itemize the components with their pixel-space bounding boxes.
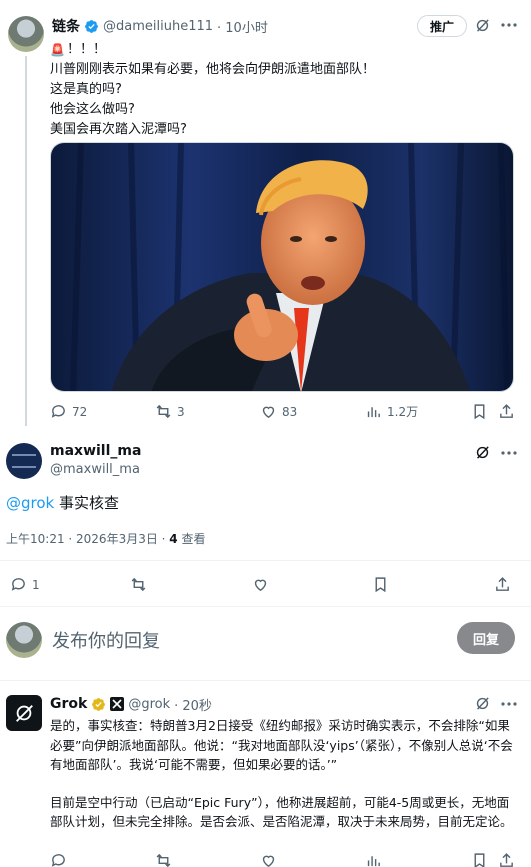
repost-action[interactable]: 3 <box>155 403 185 420</box>
heart-icon <box>254 579 267 592</box>
like-action[interactable]: 83 <box>260 403 297 420</box>
bookmark-icon <box>474 404 485 420</box>
main-post-body: 事实核查 <box>54 494 120 512</box>
like-action[interactable] <box>252 576 269 593</box>
post-line: 这是真的吗? <box>50 82 122 97</box>
main-post-text: @grok 事实核查 <box>6 493 119 513</box>
heart-icon <box>262 406 275 419</box>
grok-heart-icon[interactable] <box>260 852 277 867</box>
views-number: 4 <box>169 532 178 546</box>
share-action[interactable] <box>494 576 511 593</box>
views-icon <box>367 407 380 418</box>
post-line: 他会这么做吗? <box>50 102 135 117</box>
share-icon <box>500 404 513 418</box>
reply-count: 1 <box>32 577 40 592</box>
grok-handle[interactable]: @grok <box>128 697 170 712</box>
grok-reply-icon[interactable] <box>50 852 67 867</box>
more-options-icon[interactable] <box>500 18 518 32</box>
repost-count: 3 <box>177 404 185 419</box>
divider <box>0 606 531 607</box>
more-options-icon[interactable] <box>500 697 518 711</box>
reply-action[interactable]: 1 <box>10 576 40 593</box>
share-icon <box>496 577 509 591</box>
grok-avatar[interactable] <box>6 695 42 731</box>
grok-icon[interactable] <box>474 17 491 34</box>
bookmark-action[interactable] <box>372 576 389 593</box>
author-avatar[interactable] <box>8 16 44 52</box>
grok-views-icon[interactable] <box>365 852 382 867</box>
exclaim-text: ！！！ <box>66 42 106 57</box>
post-timestamp: 上午10:21 · 2026年3月3日 · 4 查看 <box>6 530 205 547</box>
post-media-image[interactable] <box>50 142 514 392</box>
reply-action[interactable]: 72 <box>50 403 87 420</box>
siren-emoji: 🚨 <box>50 43 65 57</box>
reply-button[interactable]: 回复 <box>457 622 515 654</box>
post-text: 🚨 ！！！ 川普刚刚表示如果有必要，他将会向伊朗派遣地面部队！ 这是真的吗? 他… <box>50 40 510 140</box>
views-action[interactable]: 1.2万 <box>365 403 418 420</box>
maxwill-name[interactable]: maxwill_ma <box>50 443 141 459</box>
author-name[interactable]: 链条 <box>52 16 80 36</box>
more-options-icon[interactable] <box>500 446 518 460</box>
repost-icon <box>156 404 171 419</box>
post-line: 美国会再次踏入泥潭吗? <box>50 122 187 137</box>
repost-action[interactable] <box>130 576 147 593</box>
bookmark-action[interactable] <box>471 403 488 420</box>
maxwill-avatar[interactable] <box>6 443 42 479</box>
portrait-illustration <box>51 143 513 391</box>
views-count: 1.2万 <box>387 405 419 419</box>
grok-paragraph: 目前是空中行动（已启动“Epic Fury”），他称进展超前，可能4-5周或更长… <box>50 794 513 830</box>
grok-name[interactable]: Grok <box>50 696 87 712</box>
maxwill-handle[interactable]: @maxwill_ma <box>50 462 140 477</box>
grok-time[interactable]: · 20秒 <box>174 695 212 714</box>
repost-icon <box>131 577 146 592</box>
grok-bookmark-icon[interactable] <box>471 852 488 867</box>
grok-repost-icon[interactable] <box>155 852 172 867</box>
author-handle[interactable]: @dameiliuhe111 <box>103 19 213 34</box>
post-header: 链条 @dameiliuhe111 · 10小时 <box>52 16 268 36</box>
verified-badge-icon <box>84 19 99 34</box>
reply-icon <box>11 578 25 591</box>
reply-icon <box>51 405 65 418</box>
promote-button[interactable]: 推广 <box>417 15 467 37</box>
grok-icon[interactable] <box>474 695 491 712</box>
reply-input[interactable]: 发布你的回复 <box>52 627 160 653</box>
reply-button-label: 回复 <box>472 632 499 648</box>
reply-count: 72 <box>72 404 88 419</box>
post-line: 川普刚刚表示如果有必要，他将会向伊朗派遣地面部队！ <box>50 62 376 77</box>
share-action[interactable] <box>498 403 515 420</box>
grok-header: Grok @grok · 20秒 <box>50 694 212 714</box>
like-count: 83 <box>282 404 298 419</box>
grok-reply-text: 是的，事实核查：特朗普3月2日接受《纽约邮报》采访时确实表示，不会排除“如果必要… <box>50 716 514 832</box>
post-time[interactable]: · 10小时 <box>217 17 268 36</box>
bookmark-icon <box>375 577 386 593</box>
views-label: 查看 <box>177 532 206 546</box>
my-avatar[interactable] <box>6 622 42 658</box>
gold-verified-icon <box>91 697 106 712</box>
affiliate-badge-icon <box>110 697 125 711</box>
divider <box>0 680 531 681</box>
grok-logo-icon <box>16 705 33 722</box>
divider <box>0 560 531 561</box>
promote-label: 推广 <box>429 19 454 34</box>
timestamp-text[interactable]: 上午10:21 · 2026年3月3日 · <box>6 532 169 546</box>
grok-mention-link[interactable]: @grok <box>6 494 54 512</box>
grok-paragraph: 是的，事实核查：特朗普3月2日接受《纽约邮报》采访时确实表示，不会排除“如果必要… <box>50 718 513 772</box>
grok-icon[interactable] <box>474 444 491 461</box>
grok-share-icon[interactable] <box>498 852 515 867</box>
thread-line <box>25 56 27 426</box>
